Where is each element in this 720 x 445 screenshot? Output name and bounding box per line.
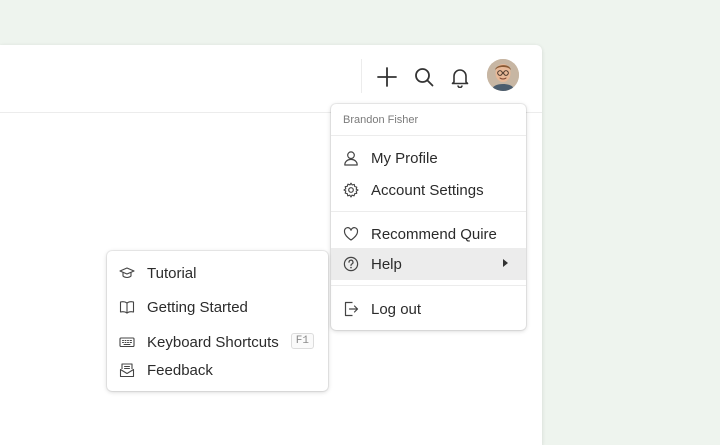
- toolbar-separator: [361, 59, 362, 93]
- question-icon: [343, 256, 359, 272]
- submenu-item-getting-started[interactable]: Getting Started: [107, 291, 328, 323]
- menu-item-label: Log out: [371, 300, 422, 318]
- menu-item-log-out[interactable]: Log out: [331, 293, 526, 325]
- person-icon: [343, 150, 359, 166]
- graduation-cap-icon: [119, 265, 135, 281]
- feedback-icon: [119, 362, 135, 378]
- menu-divider: [331, 285, 526, 286]
- submenu-item-label: Tutorial: [147, 264, 197, 282]
- logout-icon: [343, 301, 359, 317]
- submenu-item-label: Getting Started: [147, 298, 248, 316]
- book-icon: [119, 299, 135, 315]
- submenu-item-tutorial[interactable]: Tutorial: [107, 257, 328, 289]
- submenu-item-feedback[interactable]: Feedback: [107, 354, 328, 386]
- plus-icon[interactable]: [374, 64, 400, 90]
- menu-divider: [331, 135, 526, 136]
- keyboard-icon: [119, 334, 135, 350]
- bell-icon[interactable]: [447, 64, 473, 90]
- menu-item-label: Recommend Quire: [371, 225, 497, 243]
- menu-item-label: My Profile: [371, 149, 438, 167]
- menu-item-my-profile[interactable]: My Profile: [331, 142, 526, 174]
- menu-item-label: Help: [371, 255, 402, 273]
- submenu-item-label: Feedback: [147, 361, 213, 379]
- menu-divider: [331, 211, 526, 212]
- menu-item-recommend-quire[interactable]: Recommend Quire: [331, 218, 526, 250]
- submenu-item-label: Keyboard Shortcuts: [147, 333, 279, 351]
- help-submenu: Tutorial Getting Started Keyboard Shortc…: [107, 251, 328, 391]
- menu-item-help[interactable]: Help: [331, 248, 526, 280]
- shortcut-badge: F1: [290, 333, 314, 349]
- menu-item-label: Account Settings: [371, 181, 484, 199]
- avatar[interactable]: [487, 59, 519, 91]
- search-icon[interactable]: [411, 64, 437, 90]
- menu-item-account-settings[interactable]: Account Settings: [331, 174, 526, 206]
- submenu-arrow-icon: [503, 259, 508, 267]
- heart-icon: [343, 226, 359, 242]
- user-dropdown-menu: Brandon Fisher My Profile Account Settin…: [331, 104, 526, 330]
- menu-user-name: Brandon Fisher: [343, 114, 419, 126]
- gear-icon: [343, 182, 359, 198]
